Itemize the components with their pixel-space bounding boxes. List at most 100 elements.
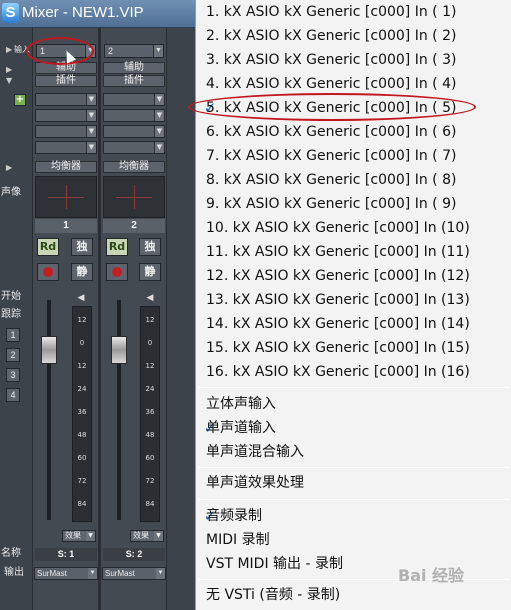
plugin-slot-ch2[interactable]: ▼ [103,109,165,122]
menu-item-no-vsti[interactable]: 无 VSTi (音频 - 录制) [196,583,511,607]
pan-pad-ch1[interactable] [35,176,97,218]
strip-name-ch1[interactable]: S: 1 [35,548,97,561]
plugin-header-ch2[interactable]: 插件 [103,75,165,87]
meter-scale-label: 0 [79,339,85,347]
output-side-label: 输出 [4,567,24,578]
speaker-icon[interactable]: ◀ [144,292,156,304]
chevron-down-icon: ▼ [156,568,165,579]
menu-item-input-16[interactable]: 16. kX ASIO kX Generic [c000] In (16) [196,360,511,384]
meter-scale-label: 12 [77,316,87,324]
mixer-right-strip [167,28,195,610]
chevron-down-icon: ▼ [86,142,96,153]
name-side-label: 名称 [1,548,21,559]
menu-item-input-3[interactable]: 3. kX ASIO kX Generic [c000] In ( 3) [196,48,511,72]
input-select-ch2[interactable]: 2 ▼ [104,44,164,58]
menu-item-label: 3. kX ASIO kX Generic [c000] In ( 3) [206,52,457,68]
menu-item-input-14[interactable]: 14. kX ASIO kX Generic [c000] In (14) [196,312,511,336]
eq-header-ch2[interactable]: 均衡器 [103,161,165,173]
annotation-ellipse [188,93,476,121]
meter-scale-label: 84 [145,500,155,508]
menu-item-input-10[interactable]: 10. kX ASIO kX Generic [c000] In (10) [196,216,511,240]
meter-scale-label: 60 [77,454,87,462]
menu-item-input-7[interactable]: 7. kX ASIO kX Generic [c000] In ( 7) [196,144,511,168]
read-button-ch2[interactable]: Rd [106,238,128,256]
plugin-slot-ch1[interactable]: ▼ [35,109,97,122]
start-side-label: 开始 [1,291,21,302]
channel-number-ch1: 1 [35,219,97,233]
meter-scale-label: 36 [145,408,155,416]
menu-item-label: MIDI 录制 [206,532,270,548]
plugin-slot-ch2[interactable]: ▼ [103,141,165,154]
record-arm-button-ch1[interactable] [37,263,59,281]
menu-item-label: 11. kX ASIO kX Generic [c000] In (11) [206,244,470,260]
speaker-icon[interactable]: ◀ [75,292,87,304]
add-plugin-icon[interactable]: + [14,94,26,106]
read-button-ch1[interactable]: Rd [37,238,59,256]
meter-scale-label: 36 [77,408,87,416]
meter-scale-label: 84 [77,500,87,508]
menu-item-mode-2[interactable]: ✓ 单声道输入 [196,416,511,440]
collapse-triangle-icon[interactable]: ▼ [6,76,12,86]
menu-item-input-13[interactable]: 13. kX ASIO kX Generic [c000] In (13) [196,288,511,312]
menu-item-input-9[interactable]: 9. kX ASIO kX Generic [c000] In ( 9) [196,192,511,216]
output-select-ch2[interactable]: SurMast ▼ [102,567,166,580]
volume-fader-ch1[interactable] [41,336,57,364]
menu-item-label: 单声道输入 [206,420,276,436]
title-bar[interactable]: S Mixer - NEW1.VIP [0,0,195,28]
menu-item-record-2[interactable]: MIDI 录制 [196,528,511,552]
meter-scale-label: 24 [145,385,155,393]
mute-button-ch2[interactable]: 静 [139,263,161,281]
solo-button-ch1[interactable]: 独 [71,238,93,256]
menu-item-record-1[interactable]: ✓ 音频录制 [196,504,511,528]
plugin-slot-ch1[interactable]: ▼ [35,93,97,106]
chevron-down-icon: ▼ [154,110,164,121]
output-select-ch1[interactable]: SurMast ▼ [34,567,98,580]
menu-item-input-6[interactable]: 6. kX ASIO kX Generic [c000] In ( 6) [196,120,511,144]
menu-item-label: 16. kX ASIO kX Generic [c000] In (16) [206,364,470,380]
annotation-ellipse [26,37,94,65]
fx-select-ch1[interactable]: 效果 ▼ [62,530,96,542]
menu-item-input-8[interactable]: 8. kX ASIO kX Generic [c000] In ( 8) [196,168,511,192]
menu-item-mode-3[interactable]: 单声道混合输入 [196,440,511,464]
menu-item-input-12[interactable]: 12. kX ASIO kX Generic [c000] In (12) [196,264,511,288]
side-number-button[interactable]: 2 [6,348,20,362]
mixer-window: S Mixer - NEW1.VIP ▶ 输入 ▶ ▼ + ▶ 声像 开始 跟踪… [0,0,195,610]
mute-button-ch1[interactable]: 静 [71,263,93,281]
menu-item-label: 15. kX ASIO kX Generic [c000] In (15) [206,340,470,356]
record-arm-button-ch2[interactable] [106,263,128,281]
side-number-button[interactable]: 3 [6,368,20,382]
meter-scale-label: 12 [145,362,155,370]
chevron-down-icon: ▼ [88,568,97,579]
solo-button-ch2[interactable]: 独 [139,238,161,256]
menu-item-label: 单声道混合输入 [206,444,304,460]
menu-item-label: 2. kX ASIO kX Generic [c000] In ( 2) [206,28,457,44]
plugin-slot-ch1[interactable]: ▼ [35,125,97,138]
menu-item-label: 6. kX ASIO kX Generic [c000] In ( 6) [206,124,457,140]
expand-triangle-icon[interactable]: ▶ [6,45,12,55]
aux-header-ch2[interactable]: 辅助 [103,62,165,74]
eq-header-ch1[interactable]: 均衡器 [35,161,97,173]
meter-scale-label: 48 [145,431,155,439]
fx-select-ch2[interactable]: 效果 ▼ [130,530,164,542]
expand-triangle-icon[interactable]: ▶ [6,163,12,173]
menu-item-input-1[interactable]: 1. kX ASIO kX Generic [c000] In ( 1) [196,0,511,24]
menu-item-mono-fx[interactable]: 单声道效果处理 [196,471,511,495]
plugin-slot-ch2[interactable]: ▼ [103,93,165,106]
menu-item-mode-1[interactable]: 立体声输入 [196,392,511,416]
volume-fader-ch2[interactable] [111,336,127,364]
pan-pad-ch2[interactable] [103,176,165,218]
menu-item-label: 12. kX ASIO kX Generic [c000] In (12) [206,268,470,284]
strip-name-ch2[interactable]: S: 2 [103,548,165,561]
plugin-slot-ch1[interactable]: ▼ [35,141,97,154]
plugin-header-ch1[interactable]: 插件 [35,75,97,87]
menu-separator [198,499,510,500]
chevron-down-icon: ▼ [154,126,164,137]
expand-triangle-icon[interactable]: ▶ [6,65,12,75]
side-number-button[interactable]: 1 [6,328,20,342]
menu-item-input-11[interactable]: 11. kX ASIO kX Generic [c000] In (11) [196,240,511,264]
side-number-button[interactable]: 4 [6,388,20,402]
menu-item-label: 8. kX ASIO kX Generic [c000] In ( 8) [206,172,457,188]
plugin-slot-ch2[interactable]: ▼ [103,125,165,138]
menu-item-input-15[interactable]: 15. kX ASIO kX Generic [c000] In (15) [196,336,511,360]
menu-item-input-2[interactable]: 2. kX ASIO kX Generic [c000] In ( 2) [196,24,511,48]
